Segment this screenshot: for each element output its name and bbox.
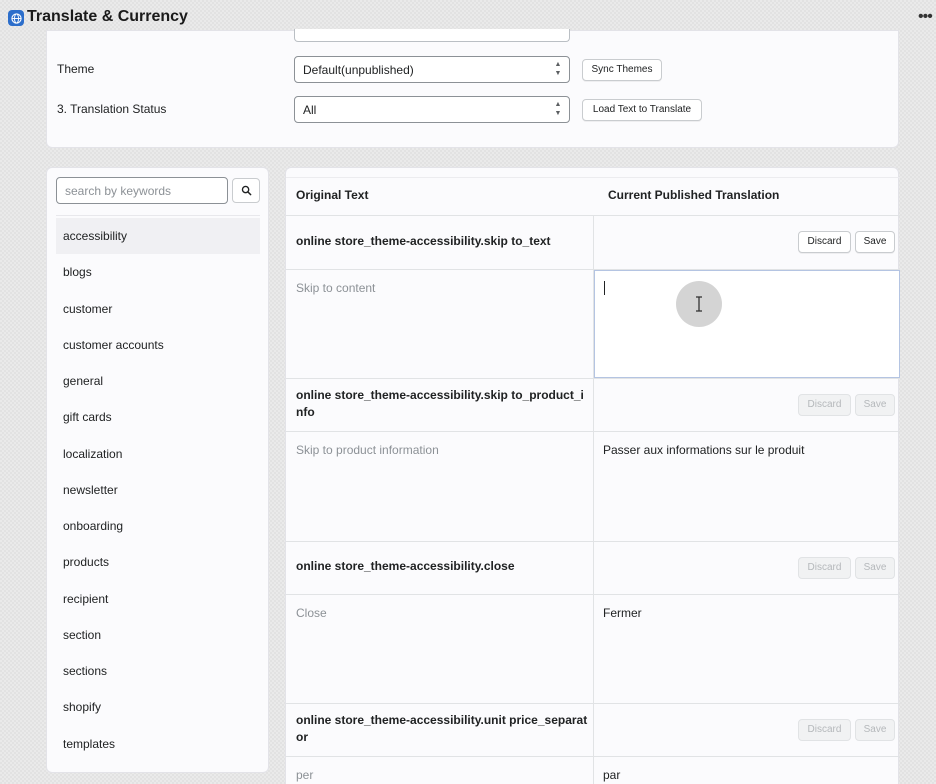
category-item-onboarding[interactable]: onboarding: [56, 508, 260, 544]
category-item-templates[interactable]: templates: [56, 726, 260, 762]
translation-text[interactable]: Fermer: [603, 606, 642, 620]
text-cursor-icon: [696, 296, 702, 312]
translation-status-label: 3. Translation Status: [57, 102, 167, 116]
theme-select[interactable]: Default(unpublished) ▲ ▼: [294, 56, 570, 83]
discard-button[interactable]: Discard: [798, 231, 851, 253]
category-sidebar: search by keywords accessibility blogs c…: [46, 167, 269, 773]
divider: [56, 215, 260, 216]
original-text: per: [296, 768, 314, 782]
save-button[interactable]: Save: [855, 231, 895, 253]
load-text-button[interactable]: Load Text to Translate: [582, 99, 702, 121]
theme-label: Theme: [57, 62, 95, 76]
category-item-localization[interactable]: localization: [56, 436, 260, 472]
globe-icon: [8, 10, 24, 26]
select-arrows-icon: ▲ ▼: [554, 101, 562, 117]
translation-text[interactable]: Passer aux informations sur le produit: [603, 443, 804, 457]
translation-key: online store_theme-accessibility.skip to…: [296, 234, 551, 248]
select-arrows-icon: ▲ ▼: [554, 61, 562, 77]
save-button[interactable]: Save: [855, 557, 895, 579]
column-header-translation: Current Published Translation: [608, 188, 780, 202]
divider: [286, 703, 900, 704]
translation-key: online store_theme-accessibility.unit pr…: [296, 713, 588, 744]
divider: [286, 541, 900, 542]
translation-textarea[interactable]: [594, 270, 900, 378]
translation-key: online store_theme-accessibility.close: [296, 559, 515, 573]
category-item-accessibility[interactable]: accessibility: [56, 218, 260, 254]
divider: [286, 594, 900, 595]
column-header-original: Original Text: [296, 188, 369, 202]
translation-text[interactable]: par: [603, 768, 620, 782]
original-text: Skip to content: [296, 281, 376, 295]
discard-button[interactable]: Discard: [798, 719, 851, 741]
discard-button[interactable]: Discard: [798, 394, 851, 416]
sync-themes-button[interactable]: Sync Themes: [582, 59, 662, 81]
app-title: Translate & Currency: [27, 8, 188, 25]
save-button[interactable]: Save: [855, 394, 895, 416]
divider: [286, 431, 900, 432]
category-item-general[interactable]: general: [56, 363, 260, 399]
search-input[interactable]: search by keywords: [56, 177, 228, 204]
category-item-section[interactable]: section: [56, 617, 260, 653]
divider: [286, 177, 900, 178]
translation-table: Original Text Current Published Translat…: [285, 167, 900, 784]
divider: [286, 756, 900, 757]
category-item-customer[interactable]: customer: [56, 291, 260, 327]
category-item-customer-accounts[interactable]: customer accounts: [56, 327, 260, 363]
category-item-blogs[interactable]: blogs: [56, 254, 260, 290]
theme-select-value: Default(unpublished): [303, 63, 414, 77]
discard-button[interactable]: Discard: [798, 557, 851, 579]
divider: [286, 378, 900, 379]
language-select-partial[interactable]: [294, 29, 570, 42]
category-item-products[interactable]: products: [56, 544, 260, 580]
category-item-sections[interactable]: sections: [56, 653, 260, 689]
original-text: Skip to product information: [296, 443, 439, 457]
category-item-newsletter[interactable]: newsletter: [56, 472, 260, 508]
settings-panel: Theme Default(unpublished) ▲ ▼ Sync Theme…: [46, 29, 899, 148]
category-item-shopify[interactable]: shopify: [56, 689, 260, 725]
translation-key: online store_theme-accessibility.skip to…: [296, 388, 584, 419]
original-text: Close: [296, 606, 327, 620]
category-item-recipient[interactable]: recipient: [56, 581, 260, 617]
text-caret: [604, 281, 605, 295]
category-item-gift-cards[interactable]: gift cards: [56, 399, 260, 435]
translation-status-select[interactable]: All ▲ ▼: [294, 96, 570, 123]
search-icon: [241, 185, 251, 196]
save-button[interactable]: Save: [855, 719, 895, 741]
search-button[interactable]: [232, 178, 260, 203]
translation-status-value: All: [303, 103, 317, 117]
more-horizontal-icon[interactable]: •••: [918, 8, 933, 26]
